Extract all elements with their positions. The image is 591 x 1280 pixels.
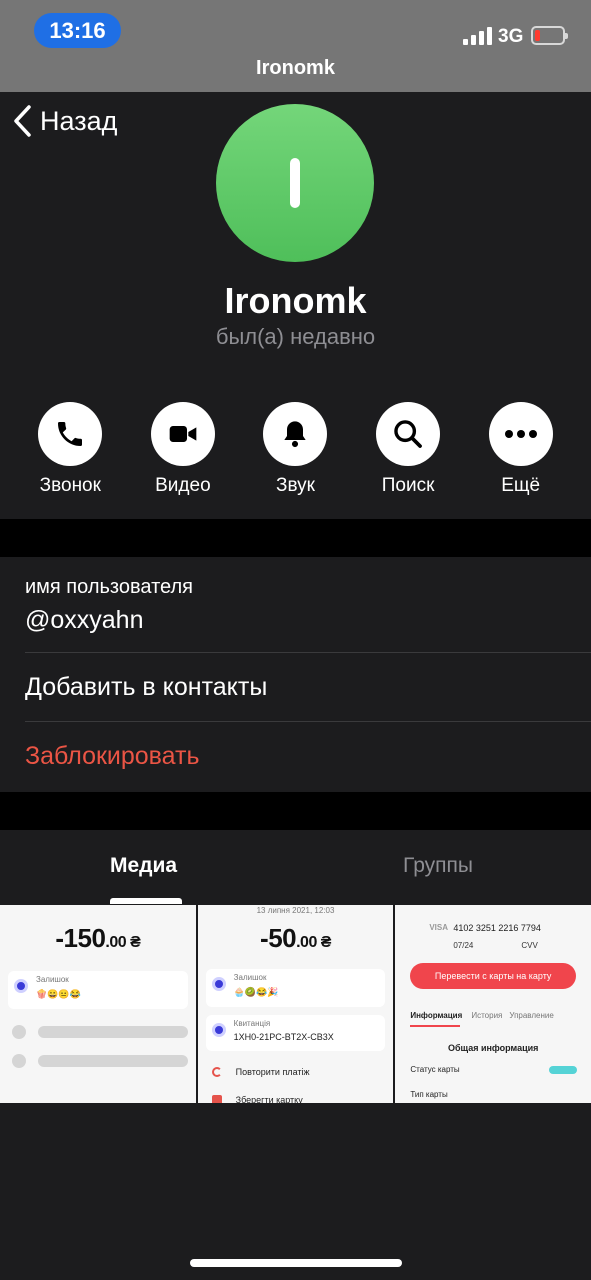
thumb-amount: -150.00 ₴ [55, 923, 141, 953]
status-bar: 13:16 3G Ironomk [0, 0, 591, 92]
sound-label: Звук [276, 475, 315, 496]
placeholder-bar [38, 1055, 188, 1067]
phone-icon [38, 402, 103, 466]
username-label: имя пользователя [25, 576, 193, 598]
search-icon [376, 402, 441, 466]
balance-card: Залишок 🍿😀😐😂 [8, 971, 188, 1009]
divider [25, 652, 591, 653]
bank-icon [211, 976, 226, 991]
tab-history-label: История [471, 1011, 503, 1020]
profile-name: Ironomk [224, 280, 367, 321]
tab-manage-label: Управление [509, 1011, 554, 1020]
tab-media[interactable]: Медиа [110, 854, 177, 878]
receipt-code: 1XH0-21PC-BT2X-CB3X [233, 1032, 334, 1042]
balance-emojis: 🧁🥝😂🎉 [233, 987, 279, 997]
video-label: Видео [155, 475, 211, 496]
battery-icon [531, 26, 568, 45]
divider [25, 721, 591, 722]
receipt-label: Квитанція [233, 1019, 271, 1028]
video-button[interactable]: Видео [133, 402, 233, 497]
save-card-label: Зберегти картку [235, 1095, 303, 1103]
repeat-payment-label: Повторити платіж [235, 1067, 310, 1077]
media-grid: -150.00 ₴ Залишок 🍿😀😐😂 13 липня 2021, 12… [0, 905, 591, 1103]
more-icon [488, 402, 553, 466]
active-tab-indicator [110, 898, 182, 904]
receipt-icon [211, 1022, 226, 1037]
avatar[interactable] [216, 104, 374, 262]
action-row: Звонок Видео Звук Поиск Ещё [0, 402, 591, 497]
thumb-date: 13 липня 2021, 12:03 [256, 906, 335, 915]
tab-groups[interactable]: Группы [403, 854, 473, 878]
media-thumbnail[interactable]: -150.00 ₴ Залишок 🍿😀😐😂 [0, 905, 196, 1103]
back-label: Назад [40, 105, 118, 136]
sound-button[interactable]: Звук [245, 402, 345, 497]
card-type-label: Тип карты [410, 1090, 448, 1099]
card-brand: VISA [429, 923, 449, 932]
section-title: Общая информация [447, 1043, 539, 1053]
username-value[interactable]: @oxxyahn [25, 606, 144, 635]
more-button[interactable]: Ещё [471, 402, 571, 497]
active-tab-underline [410, 1025, 461, 1027]
repeat-icon [211, 1067, 222, 1077]
status-badge [549, 1066, 578, 1074]
video-icon [150, 402, 215, 466]
media-thumbnail[interactable]: 13 липня 2021, 12:03 -50.00 ₴ Залишок 🧁🥝… [197, 905, 394, 1103]
avatar-letter-glyph [290, 158, 300, 208]
home-indicator[interactable] [190, 1259, 402, 1267]
search-button[interactable]: Поиск [358, 402, 458, 497]
last-seen-status: был(а) недавно [215, 324, 376, 349]
balance-card: Залишок 🧁🥝😂🎉 [205, 969, 386, 1007]
placeholder-dot [12, 1054, 26, 1068]
balance-emojis: 🍿😀😐😂 [36, 989, 81, 999]
call-button[interactable]: Звонок [20, 402, 120, 497]
nav-title: Ironomk [256, 57, 335, 79]
signal-icon [463, 27, 492, 45]
card-status-label: Статус карты [410, 1065, 460, 1074]
balance-label: Залишок [233, 973, 267, 982]
status-time: 13:16 [34, 13, 121, 48]
save-card-icon [211, 1095, 222, 1103]
receipt-card: Квитанція 1XH0-21PC-BT2X-CB3X [205, 1015, 386, 1051]
call-label: Звонок [39, 475, 101, 496]
card-number: 4102 3251 2216 7794 [453, 923, 541, 933]
bell-icon [263, 402, 328, 466]
back-button[interactable]: Назад [12, 104, 117, 138]
transfer-button: Перевести с карты на карту [410, 963, 577, 989]
placeholder-dot [12, 1025, 26, 1039]
section-divider [0, 519, 591, 557]
add-to-contacts-button[interactable]: Добавить в контакты [25, 673, 267, 702]
search-label: Поиск [381, 475, 435, 496]
block-user-button[interactable]: Заблокировать [25, 742, 200, 771]
bank-icon [14, 978, 28, 993]
card-expiry: 07/24 [453, 941, 474, 950]
media-thumbnail[interactable]: VISA 4102 3251 2216 7794 07/24 CVV Перев… [395, 905, 591, 1103]
card-cvv: CVV [521, 941, 538, 950]
tab-info-label: Информация [410, 1011, 463, 1020]
chevron-left-icon [14, 105, 31, 137]
placeholder-bar [38, 1026, 188, 1038]
thumb-amount: -50.00 ₴ [260, 923, 331, 953]
more-label: Ещё [501, 475, 541, 496]
section-divider [0, 792, 591, 830]
network-type: 3G [498, 26, 524, 47]
balance-label: Залишок [36, 975, 69, 984]
